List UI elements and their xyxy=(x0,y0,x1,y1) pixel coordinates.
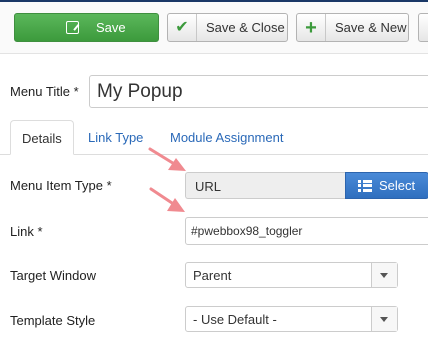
edit-icon xyxy=(66,21,79,34)
target-window-value: Parent xyxy=(193,268,232,283)
check-icon: ✔ xyxy=(168,14,197,41)
select-button-label: Select xyxy=(379,178,416,193)
arrow-to-link-field xyxy=(149,187,185,212)
target-window-select[interactable]: Parent xyxy=(185,262,398,288)
template-style-value: - Use Default - xyxy=(193,312,277,327)
tab-link-type[interactable]: Link Type xyxy=(88,120,143,155)
target-window-label: Target Window xyxy=(10,268,96,283)
plus-icon: + xyxy=(297,14,326,41)
template-style-select[interactable]: - Use Default - xyxy=(185,306,398,332)
save-close-label: Save & Close xyxy=(206,20,285,35)
save-button[interactable]: Save xyxy=(14,13,159,42)
tab-details[interactable]: Details xyxy=(10,120,74,155)
menu-title-input[interactable] xyxy=(89,75,428,108)
save-button-label: Save xyxy=(96,20,126,35)
link-label: Link * xyxy=(10,224,43,239)
link-input[interactable] xyxy=(185,217,428,245)
tab-module-assignment[interactable]: Module Assignment xyxy=(170,120,283,155)
caret-down-icon xyxy=(380,317,388,322)
save-new-button[interactable]: + Save & New xyxy=(296,13,409,42)
dropdown-toggle[interactable] xyxy=(371,263,397,287)
select-button[interactable]: Select xyxy=(345,172,428,199)
save-new-label: Save & New xyxy=(335,20,407,35)
template-style-label: Template Style xyxy=(10,313,96,328)
toolbar-overflow-button[interactable] xyxy=(418,13,428,42)
save-close-button[interactable]: ✔ Save & Close xyxy=(167,13,288,42)
menu-item-type-label: Menu Item Type * xyxy=(10,178,112,193)
toolbar: Save ✔ Save & Close + Save & New xyxy=(0,2,428,54)
dropdown-toggle[interactable] xyxy=(371,307,397,331)
menu-title-label: Menu Title * xyxy=(10,84,79,99)
caret-down-icon xyxy=(380,273,388,278)
list-icon xyxy=(358,179,372,192)
menu-item-type-field: URL xyxy=(185,172,347,199)
